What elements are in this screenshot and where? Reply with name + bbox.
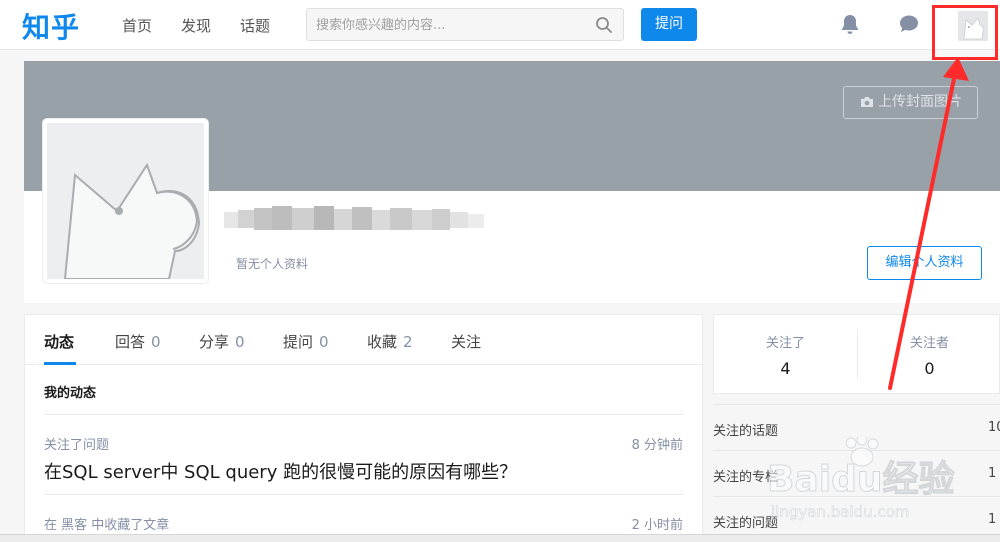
sidebar-count: 10 xyxy=(988,420,1000,435)
sidebar-count: 1 xyxy=(988,512,997,527)
profile-avatar[interactable] xyxy=(43,119,208,283)
tab-following[interactable]: 关注 xyxy=(451,331,481,352)
nav-explore[interactable]: 发现 xyxy=(181,15,211,36)
following-count: 4 xyxy=(780,359,791,378)
feed-item-meta[interactable]: 在 黑客 中收藏了文章 xyxy=(44,514,169,533)
search-icon[interactable] xyxy=(595,16,613,34)
active-tab-indicator xyxy=(44,362,76,365)
feed-item-time: 2 小时前 xyxy=(631,518,683,533)
search-box xyxy=(306,8,624,41)
watermark-brand: Baidu经验 xyxy=(767,459,954,500)
following-stat[interactable]: 关注了 4 xyxy=(714,332,857,378)
activity-panel: 动态 回答 0 分享 0 提问 0 收藏 2 关注 我的动态 关注了问题 8 分钟前 在… xyxy=(24,314,703,542)
no-profile-text: 暂无个人资料 xyxy=(236,257,309,271)
zhihu-logo[interactable]: 知乎 xyxy=(22,6,80,46)
tab-questions[interactable]: 提问 0 xyxy=(283,331,329,352)
tab-collections[interactable]: 收藏 2 xyxy=(367,331,413,352)
feed-item-time: 8 分钟前 xyxy=(631,438,683,453)
profile-tabs: 动态 回答 0 分享 0 提问 0 收藏 2 关注 xyxy=(25,315,702,365)
camera-icon xyxy=(861,97,873,107)
divider xyxy=(44,494,684,495)
section-title: 我的动态 xyxy=(44,386,97,401)
profile-header-card: 上传封面图片 暂无个人资料 编辑个人资料 xyxy=(24,61,1000,303)
following-label: 关注了 xyxy=(765,336,805,351)
divider xyxy=(44,414,684,415)
bell-icon[interactable] xyxy=(838,12,862,36)
tab-answers[interactable]: 回答 0 xyxy=(115,331,161,352)
search-input[interactable] xyxy=(316,15,586,35)
sidebar-count: 1 xyxy=(988,466,997,481)
tab-shares[interactable]: 分享 0 xyxy=(199,331,245,352)
watermark-url: jingyan.baidu.com xyxy=(770,503,909,521)
tab-activity[interactable]: 动态 xyxy=(44,331,74,352)
default-avatar-icon xyxy=(47,123,204,279)
baidu-watermark: Baidu经验 jingyan.baidu.com xyxy=(767,437,955,521)
message-icon[interactable] xyxy=(896,12,922,36)
annotation-highlight-box xyxy=(932,5,998,60)
divider xyxy=(713,404,1000,405)
bottom-scroll-bar xyxy=(0,534,1000,542)
feed-item-meta[interactable]: 关注了问题 xyxy=(44,434,109,453)
ask-button[interactable]: 提问 xyxy=(641,8,697,41)
blurred-username xyxy=(224,206,484,230)
feed-item-title[interactable]: 在SQL server中 SQL query 跑的很慢可能的原因有哪些？ xyxy=(44,458,517,484)
nav-home[interactable]: 首页 xyxy=(122,15,152,36)
nav-topics[interactable]: 话题 xyxy=(240,15,270,36)
annotation-arrow xyxy=(888,57,969,390)
top-navbar: 知乎 首页 发现 话题 提问 xyxy=(0,0,1000,50)
